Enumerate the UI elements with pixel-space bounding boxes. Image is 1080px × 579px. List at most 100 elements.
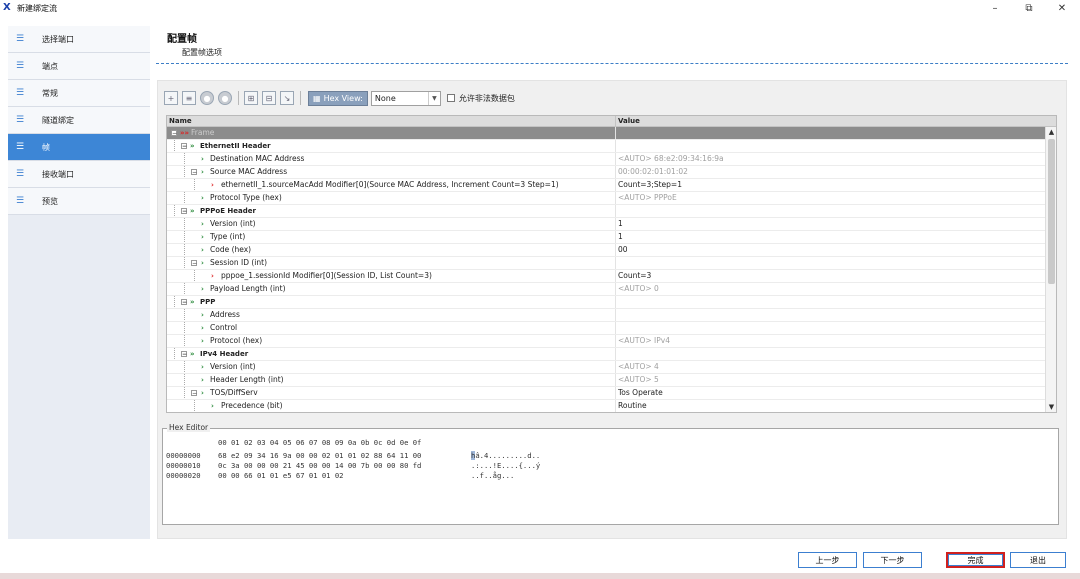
checkbox-box[interactable] bbox=[446, 94, 455, 102]
tree-row-value[interactable]: 00 bbox=[616, 244, 1046, 256]
move-up-icon[interactable]: ● bbox=[200, 91, 214, 105]
finish-button[interactable]: 完成 bbox=[946, 552, 1005, 568]
sidebar-item-label: 选择端口 bbox=[42, 34, 74, 44]
green-arrow-icon: › bbox=[201, 155, 204, 163]
hex-ascii[interactable]: .:...!E....{...ý bbox=[471, 461, 540, 470]
minimize-button[interactable]: – bbox=[980, 0, 1010, 16]
chevron-down-icon: ▼ bbox=[427, 91, 440, 105]
column-header-value[interactable]: Value bbox=[616, 116, 1056, 126]
page-subtitle: 配置帧选项 bbox=[182, 48, 222, 57]
sidebar-item-preview[interactable]: ☰ 预览 bbox=[8, 188, 150, 215]
sidebar-item-tunnel-binding[interactable]: ☰ 隧道绑定 bbox=[8, 107, 150, 134]
tree-row-value[interactable] bbox=[616, 296, 1046, 308]
restore-button[interactable]: ⧉ bbox=[1014, 0, 1044, 16]
tree-row-field[interactable]: − › Source MAC Address 00:00:02:01:01:02 bbox=[167, 166, 1046, 179]
sidebar-item-endpoint[interactable]: ☰ 端点 bbox=[8, 53, 150, 80]
tree-row-name: PPPoE Header bbox=[200, 207, 256, 215]
hex-bytes[interactable]: 00 00 66 01 01 e5 67 01 01 02 bbox=[218, 471, 344, 480]
close-button[interactable]: ✕ bbox=[1047, 0, 1077, 16]
tree-row-value[interactable] bbox=[616, 140, 1046, 152]
tree-row-field[interactable]: › Version (int) <AUTO> 4 bbox=[167, 361, 1046, 374]
tree-row-value[interactable]: <AUTO> PPPoE bbox=[616, 192, 1046, 204]
tree-row-value[interactable]: 00:00:02:01:01:02 bbox=[616, 166, 1046, 178]
hex-bytes[interactable]: 68 e2 09 34 16 9a 00 00 02 01 01 02 88 6… bbox=[218, 451, 421, 460]
tree-row-value[interactable] bbox=[616, 348, 1046, 360]
tree-row-field[interactable]: › Protocol (hex) <AUTO> IPv4 bbox=[167, 335, 1046, 348]
tree-row-field[interactable]: − › Session ID (int) bbox=[167, 257, 1046, 270]
allow-invalid-checkbox[interactable]: 允许非法数据包 bbox=[446, 93, 515, 104]
tree-row-value[interactable]: <AUTO> 4 bbox=[616, 361, 1046, 373]
tree-row-value[interactable]: Tos Operate bbox=[616, 387, 1046, 399]
sidebar-item-frame[interactable]: ☰ 帧 bbox=[8, 134, 150, 161]
tree-row-value[interactable] bbox=[616, 309, 1046, 321]
tree-row-value[interactable]: <AUTO> 0 bbox=[616, 283, 1046, 295]
tree-row-value[interactable]: Count=3;Step=1 bbox=[616, 179, 1046, 191]
tree-row-pppoe-header[interactable]: −» PPPoE Header bbox=[167, 205, 1046, 218]
tree-row-value[interactable]: 1 bbox=[616, 218, 1046, 230]
hex-ascii[interactable]: ..f..åg... bbox=[471, 471, 514, 480]
collapse-toggle-icon[interactable]: − bbox=[191, 169, 197, 176]
collapse-toggle-icon[interactable]: − bbox=[181, 299, 187, 306]
tree-row-value[interactable]: 1 bbox=[616, 231, 1046, 243]
hex-view-select[interactable]: None ▼ bbox=[370, 90, 441, 106]
tree-row-field[interactable]: › Type (int) 1 bbox=[167, 231, 1046, 244]
scrollbar-thumb[interactable] bbox=[1048, 139, 1055, 284]
hex-ascii[interactable]: hâ.4.........d.. bbox=[471, 451, 540, 460]
tree-row-modifier[interactable]: › pppoe_1.sessionId Modifier[0](Session I… bbox=[167, 270, 1046, 283]
tree-row-value[interactable] bbox=[616, 257, 1046, 269]
tree-row-ethernet-header[interactable]: −» EthernetII Header bbox=[167, 140, 1046, 153]
next-button[interactable]: 下一步 bbox=[863, 552, 922, 568]
tree-row-field[interactable]: › Header Length (int) <AUTO> 5 bbox=[167, 374, 1046, 387]
tree-row-field[interactable]: › Precedence (bit) Routine bbox=[167, 400, 1046, 412]
tree-row-field[interactable]: › Destination MAC Address <AUTO> 68:e2:09… bbox=[167, 153, 1046, 166]
sidebar-item-general[interactable]: ☰ 常规 bbox=[8, 80, 150, 107]
sidebar-item-receive-port[interactable]: ☰ 接收端口 bbox=[8, 161, 150, 188]
collapse-toggle-icon[interactable]: − bbox=[181, 208, 187, 215]
delete-header-icon[interactable]: ≡ bbox=[182, 91, 196, 105]
frame-toolbar: + ≡ ● ● ⊞ ⊟ ↘ ▦ Hex View: None ▼ 允许非法数据包 bbox=[164, 89, 515, 107]
collapse-all-icon[interactable]: ⊟ bbox=[262, 91, 276, 105]
tree-row-name: Version (int) bbox=[210, 362, 256, 371]
column-header-name[interactable]: Name bbox=[167, 116, 616, 126]
tree-row-ppp-header[interactable]: −» PPP bbox=[167, 296, 1046, 309]
tree-row-name: Code (hex) bbox=[210, 245, 252, 254]
sidebar-item-select-port[interactable]: ☰ 选择端口 bbox=[8, 26, 150, 53]
tree-row-modifier[interactable]: › ethernetII_1.sourceMacAdd Modifier[0](S… bbox=[167, 179, 1046, 192]
scroll-up-icon[interactable]: ▲ bbox=[1046, 127, 1057, 137]
scroll-down-icon[interactable]: ▼ bbox=[1046, 402, 1057, 412]
tree-row-field[interactable]: › Code (hex) 00 bbox=[167, 244, 1046, 257]
collapse-toggle-icon[interactable]: − bbox=[171, 130, 177, 137]
tree-row-field[interactable]: − › TOS/DiffServ Tos Operate bbox=[167, 387, 1046, 400]
tree-row-name: Version (int) bbox=[210, 219, 256, 228]
tree-row-field[interactable]: › Protocol Type (hex) <AUTO> PPPoE bbox=[167, 192, 1046, 205]
tree-row-value[interactable]: <AUTO> 68:e2:09:34:16:9a bbox=[616, 153, 1046, 165]
green-arrow-icon: » bbox=[190, 350, 195, 358]
tree-row-field[interactable]: › Control bbox=[167, 322, 1046, 335]
hex-bytes[interactable]: 0c 3a 00 00 00 21 45 00 00 14 00 7b 00 0… bbox=[218, 461, 421, 470]
grid-scrollbar[interactable]: ▲ ▼ bbox=[1045, 127, 1056, 412]
expand-all-icon[interactable]: ⊞ bbox=[244, 91, 258, 105]
move-down-icon[interactable]: ● bbox=[218, 91, 232, 105]
tree-row-value[interactable]: Count=3 bbox=[616, 270, 1046, 282]
tree-row-value[interactable] bbox=[616, 127, 1046, 139]
green-arrow-icon: › bbox=[201, 389, 204, 397]
edit-icon[interactable]: ↘ bbox=[280, 91, 294, 105]
tree-row-value[interactable] bbox=[616, 205, 1046, 217]
tree-row-ipv4-header[interactable]: −» IPv4 Header bbox=[167, 348, 1046, 361]
tree-row-value[interactable]: <AUTO> IPv4 bbox=[616, 335, 1046, 347]
tree-row-field[interactable]: › Address bbox=[167, 309, 1046, 322]
collapse-toggle-icon[interactable]: − bbox=[191, 260, 197, 267]
add-header-icon[interactable]: + bbox=[164, 91, 178, 105]
tree-row-value[interactable]: Routine bbox=[616, 400, 1046, 412]
collapse-toggle-icon[interactable]: − bbox=[191, 390, 197, 397]
exit-button[interactable]: 退出 bbox=[1010, 552, 1066, 568]
prev-button[interactable]: 上一步 bbox=[798, 552, 857, 568]
tree-row-value[interactable] bbox=[616, 322, 1046, 334]
hex-view-button[interactable]: ▦ Hex View: bbox=[308, 90, 368, 106]
collapse-toggle-icon[interactable]: − bbox=[181, 143, 187, 150]
tree-row-field[interactable]: › Payload Length (int) <AUTO> 0 bbox=[167, 283, 1046, 296]
tree-row-value[interactable]: <AUTO> 5 bbox=[616, 374, 1046, 386]
tree-row-field[interactable]: › Version (int) 1 bbox=[167, 218, 1046, 231]
collapse-toggle-icon[interactable]: − bbox=[181, 351, 187, 358]
tree-row-frame[interactable]: −»» Frame bbox=[167, 127, 1046, 140]
